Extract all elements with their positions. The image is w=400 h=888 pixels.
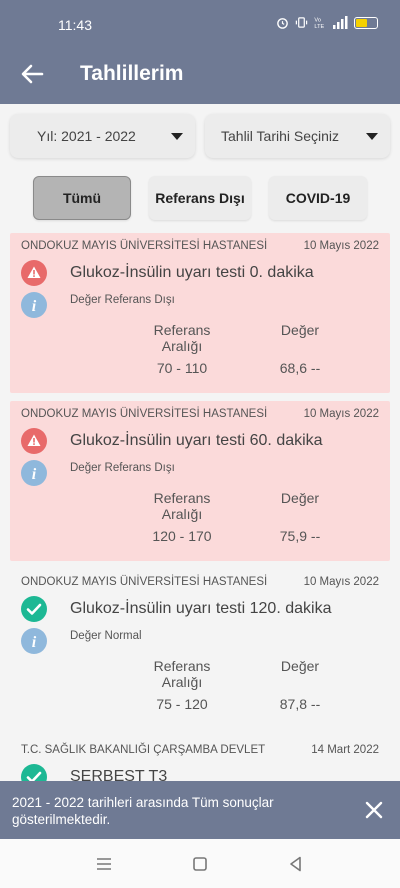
status-icons: Vo LTE — [276, 16, 378, 29]
snackbar-message: 2021 - 2022 tarihleri arasında Tüm sonuç… — [12, 795, 274, 827]
tab-out-of-range-label: Referans Dışı — [155, 190, 245, 206]
test-name: SERBEST T3 — [70, 768, 168, 781]
result-date: 10 Mayıs 2022 — [303, 408, 379, 420]
svg-text:i: i — [32, 298, 37, 315]
app-bar: Tahlillerim — [0, 44, 400, 104]
reference-range: 120 - 170 — [152, 528, 212, 544]
result-card[interactable]: ONDOKUZ MAYIS ÜNİVERSİTESİ HASTANESİ 10 … — [10, 569, 390, 729]
test-name: Glukoz-İnsülin uyarı testi 0. dakika — [70, 264, 314, 281]
result-status: Değer Normal — [70, 630, 142, 642]
result-card[interactable]: ONDOKUZ MAYIS ÜNİVERSİTESİ HASTANESİ 10 … — [10, 233, 390, 393]
info-icon[interactable]: i — [21, 628, 47, 654]
reference-range: 75 - 120 — [156, 696, 208, 712]
info-icon[interactable]: i — [21, 292, 47, 318]
result-status: Değer Referans Dışı — [70, 294, 175, 306]
svg-text:i: i — [32, 466, 37, 483]
volte-icon: VoLTE — [314, 18, 324, 29]
hospital-name: T.C. SAĞLIK BAKANLIĞI ÇARŞAMBA DEVLET — [21, 744, 266, 756]
test-name: Glukoz-İnsülin uyarı testi 120. dakika — [70, 600, 332, 617]
check-circle-icon — [21, 596, 47, 622]
year-dropdown[interactable]: Yıl: 2021 - 2022 — [10, 114, 195, 158]
info-icon[interactable]: i — [21, 460, 47, 486]
warning-icon — [21, 428, 47, 454]
result-date: 10 Mayıs 2022 — [303, 576, 379, 588]
hospital-name: ONDOKUZ MAYIS ÜNİVERSİTESİ HASTANESİ — [21, 240, 268, 252]
chevron-down-icon — [366, 133, 378, 140]
close-icon[interactable] — [362, 798, 386, 822]
tab-covid-label: COVID-19 — [285, 190, 351, 206]
page-title: Tahlillerim — [80, 62, 184, 85]
check-circle-icon — [21, 764, 47, 781]
year-dropdown-label: Yıl: 2021 - 2022 — [37, 128, 136, 144]
status-time: 11:43 — [58, 17, 92, 33]
menu-icon[interactable] — [93, 853, 115, 875]
range-header: Referans Aralığı — [153, 322, 211, 354]
snackbar: 2021 - 2022 tarihleri arasında Tüm sonuç… — [0, 781, 400, 839]
result-date: 10 Mayıs 2022 — [303, 240, 379, 252]
signal-icon — [333, 16, 348, 29]
tab-all[interactable]: Tümü — [33, 176, 131, 220]
tab-out-of-range[interactable]: Referans Dışı — [149, 176, 251, 220]
warning-icon — [21, 260, 47, 286]
result-value: 75,9 -- — [279, 528, 321, 544]
range-header: Referans Aralığı — [153, 658, 211, 690]
value-header: Değer — [280, 658, 320, 674]
reference-range: 70 - 110 — [156, 360, 208, 376]
result-status: Değer Referans Dışı — [70, 462, 175, 474]
home-icon[interactable] — [189, 853, 211, 875]
result-card[interactable]: T.C. SAĞLIK BAKANLIĞI ÇARŞAMBA DEVLET 14… — [10, 737, 390, 781]
tab-all-label: Tümü — [62, 190, 102, 206]
svg-text:i: i — [32, 634, 37, 651]
result-card[interactable]: ONDOKUZ MAYIS ÜNİVERSİTESİ HASTANESİ 10 … — [10, 401, 390, 561]
result-value: 87,8 -- — [279, 696, 321, 712]
svg-text:LTE: LTE — [314, 24, 324, 29]
battery-icon — [354, 16, 378, 29]
chevron-down-icon — [171, 133, 183, 140]
result-date: 14 Mart 2022 — [311, 744, 379, 756]
svg-text:Vo: Vo — [314, 18, 321, 24]
value-header: Değer — [280, 490, 320, 506]
value-header: Değer — [280, 322, 320, 338]
hospital-name: ONDOKUZ MAYIS ÜNİVERSİTESİ HASTANESİ — [21, 576, 268, 588]
range-header: Referans Aralığı — [153, 490, 211, 522]
result-value: 68,6 -- — [279, 360, 321, 376]
vibrate-icon — [295, 17, 308, 28]
date-dropdown[interactable]: Tahlil Tarihi Seçiniz — [205, 114, 390, 158]
date-dropdown-label: Tahlil Tarihi Seçiniz — [221, 128, 340, 144]
hospital-name: ONDOKUZ MAYIS ÜNİVERSİTESİ HASTANESİ — [21, 408, 268, 420]
tab-covid[interactable]: COVID-19 — [269, 176, 367, 220]
status-bar: 11:43 Vo LTE — [0, 0, 400, 44]
back-icon[interactable] — [285, 853, 307, 875]
arrow-left-icon[interactable] — [18, 60, 46, 88]
alarm-icon — [277, 18, 288, 29]
test-name: Glukoz-İnsülin uyarı testi 60. dakika — [70, 432, 323, 449]
system-nav-bar — [0, 839, 400, 888]
